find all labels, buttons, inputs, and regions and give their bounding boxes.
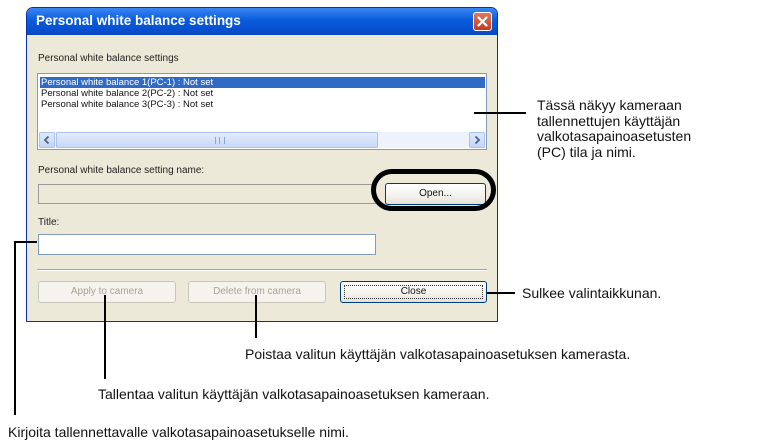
- title-label: Title:: [38, 217, 60, 228]
- list-leader-line: [474, 112, 526, 114]
- chevron-left-icon: [43, 135, 50, 145]
- horizontal-scrollbar[interactable]: [39, 132, 485, 148]
- apply-leader-line: [104, 295, 106, 379]
- separator: [37, 269, 487, 271]
- close-button[interactable]: Close: [340, 281, 487, 303]
- open-button-highlight: [371, 169, 496, 211]
- white-balance-dialog: Personal white balance settings Personal…: [26, 7, 498, 322]
- dialog-title: Personal white balance settings: [36, 13, 241, 28]
- scroll-right-button[interactable]: [469, 132, 485, 148]
- list-item[interactable]: Personal white balance 1(PC-1) : Not set: [40, 77, 485, 88]
- window-close-button[interactable]: [473, 12, 492, 31]
- list-group-label: Personal white balance settings: [38, 53, 179, 64]
- list-annotation: Tässä näkyy kameraan tallennettujen käyt…: [537, 97, 692, 160]
- list-item[interactable]: Personal white balance 3(PC-3) : Not set: [40, 99, 485, 110]
- focus-rectangle: [344, 285, 483, 299]
- title-leader-line-horizontal: [14, 241, 37, 243]
- delete-from-camera-button[interactable]: Delete from camera: [188, 281, 326, 303]
- close-icon: [477, 16, 488, 27]
- setting-name-field: [38, 184, 376, 204]
- title-leader-line: [14, 241, 16, 415]
- apply-to-camera-button[interactable]: Apply to camera: [38, 281, 176, 303]
- title-bar[interactable]: Personal white balance settings: [27, 8, 497, 35]
- apply-annotation: Tallentaa valitun käyttäjän valkotasapai…: [98, 386, 490, 402]
- scroll-left-button[interactable]: [39, 132, 55, 148]
- apply-button-label: Apply to camera: [70, 286, 144, 297]
- chevron-right-icon: [474, 135, 481, 145]
- delete-annotation: Poistaa valitun käyttäjän valkotasapaino…: [245, 346, 631, 362]
- close-annotation: Sulkee valintaikkunan.: [522, 285, 662, 301]
- close-leader-line: [487, 292, 515, 294]
- delete-leader-line: [255, 295, 257, 338]
- scrollbar-thumb[interactable]: [56, 132, 378, 148]
- setting-name-label: Personal white balance setting name:: [38, 165, 205, 176]
- white-balance-list[interactable]: Personal white balance 1(PC-1) : Not set…: [37, 73, 487, 150]
- delete-button-label: Delete from camera: [213, 286, 301, 297]
- title-annotation: Kirjoita tallennettavalle valkotasapaino…: [8, 424, 349, 440]
- title-input[interactable]: [38, 234, 376, 255]
- list-item[interactable]: Personal white balance 2(PC-2) : Not set: [40, 88, 485, 99]
